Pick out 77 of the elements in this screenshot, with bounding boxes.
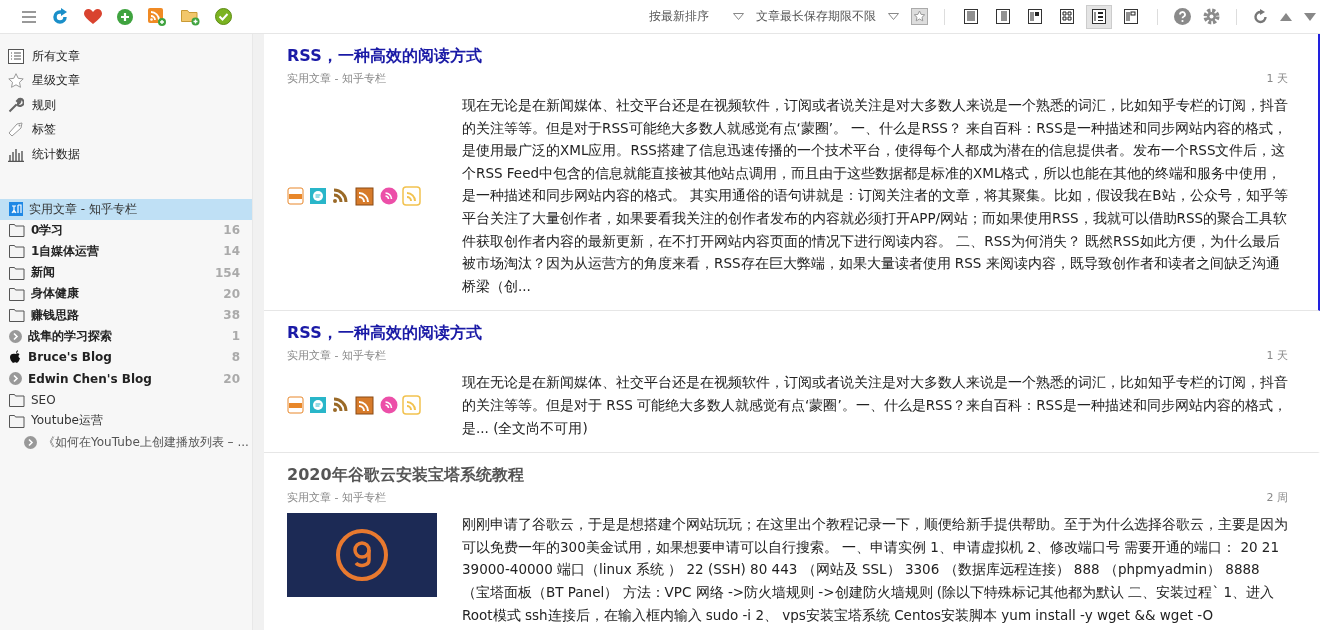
dropdown-caret-icon[interactable] <box>888 13 899 20</box>
folder-icon <box>9 265 25 280</box>
add-icon[interactable] <box>117 8 133 25</box>
folder-icon <box>9 286 25 301</box>
feed-item[interactable]: 赚钱思路 38 <box>0 304 252 326</box>
tag-icon <box>8 121 24 138</box>
star-icon <box>8 73 24 89</box>
star-button-icon[interactable] <box>911 8 928 25</box>
unread-count: 154 <box>214 265 240 280</box>
unread-count: 38 <box>223 308 240 323</box>
layout-icon <box>996 9 1010 24</box>
article-excerpt: 现在无论是在新闻媒体、社交平台还是在视频软件，订阅或者说关注是对大多数人来说是一个熟悉的词汇，比如知乎专栏的订阅，抖音的关注等等。但是对于RSS可能绝大多数人就感觉有点‘蒙圈’。 一、什么是RSS？ 来自百科：RSS是一种描述和同步网站内容的格式，是使用最广泛的XML应用。RSS搭建了信息迅速传播的一个技术平台，使得每个人都成为潜在的信息提供者。发布一个RSS文件后，这个RSS Feed中包含的信息就能直接被其他站点调用，而且由于这些数据都是标准的XML格式，所以也能在其他的终端和服务中使用，是一种描述和同步网站内容的格式。 其实用通俗的语句讲就是：订阅关注者的文章，将其聚集。比如，假设我在B站，公众号，知乎等平台关注了大量创作者，如果要看我关注的创作者发布的内容就必须打开APP/网站；而如果使用RSS，我就可以借助RSS的聚合工具软件获取创作者内容的最新更新，在不打开网站内容页面的情况下进行阅读内容。 二、RSS为何消失？ 既然RSS如此方便，为什么最后被市场淘汰？因为从运营方的角度来看，RSS存在巨大弊端，如果大量读者使用 RSS 来阅读内容，既导致创作者和读者之间缺乏沟通桥梁（创... <box>462 96 1288 296</box>
feed-name: 实用文章 - 知乎专栏 <box>287 348 386 364</box>
article-excerpt: 刚刚申请了谷歌云，于是是想搭建个网站玩玩；在这里出个教程记录一下，顺便给新手提供帮助。至于为什么选择谷歌云，主要是因为可以免费一年的300美金试用，如果想要申请可以自行搜索。 一、申请实例 1、申请虚拟机 2、修改端口号 需要开通的端口： 20 21 39000-40000 端口（linux 系统 ） 22 (SSH) 80 443 （网站及 SSL） 3306 （数据库远程连接） 888 （phpmyadmin） 8888 （宝塔面板（BT Panel） 方法：VPC 网络 ->防火墙规则 ->创建防火墙规则 (除以下特殊标记其他都为默认 二、安装过程` 1、进入Root模式 ssh连接后，在输入框内输入 sudo -i 2、 vps安装宝塔系统 Centos安装脚本 yum install -y wget && wget -O <box>462 515 1288 625</box>
add-folder-icon[interactable] <box>181 7 200 26</box>
reload-icon[interactable] <box>1253 9 1268 24</box>
nav-item[interactable]: 统计数据 <box>0 142 252 167</box>
dropdown-caret-icon[interactable] <box>733 13 744 20</box>
unread-count: 20 <box>223 286 240 301</box>
article-title[interactable]: 2020年谷歌云安装宝塔系统教程 <box>287 465 1288 487</box>
up-arrow-icon[interactable] <box>1280 12 1292 21</box>
unread-count: 8 <box>231 350 240 365</box>
refresh-icon[interactable] <box>51 7 69 26</box>
bar-chart-icon <box>8 146 24 162</box>
folder-icon <box>9 223 25 238</box>
article-card[interactable]: RSS，一种高效的阅读方式 实用文章 - 知乎专栏 1 天 现在无论是在新闻媒体、社交平台还是在视频软件，订阅或者说关注是对大多数人来说是一个熟悉的词汇，比如知乎专栏的订阅，抖音的关注等等。但是对于 RSS 可能绝大多数人就感觉有点‘蒙圈’。一、什么是RSS？来自百科：RSS是一种描述和同步网站内容的格式，是... (全文尚不可用) <box>264 311 1320 454</box>
unread-count: 20 <box>223 371 240 386</box>
nav-item[interactable]: 星级文章 <box>0 68 252 93</box>
article-title[interactable]: RSS，一种高效的阅读方式 <box>287 323 1288 345</box>
add-feed-icon[interactable] <box>148 7 166 26</box>
help-icon[interactable] <box>1174 8 1191 25</box>
article-age: 2 周 <box>1266 490 1288 506</box>
feed-item[interactable]: Bruce's Blog 8 <box>0 346 252 368</box>
feed-item[interactable]: 身体健康 20 <box>0 283 252 305</box>
article-card[interactable] <box>264 34 1320 312</box>
feed-item[interactable]: 实用文章 - 知乎专栏 <box>0 198 252 220</box>
feed-item[interactable]: 1自媒体运营 14 <box>0 240 252 263</box>
wrench-icon <box>8 97 24 114</box>
apple-icon <box>9 350 22 365</box>
feed-item[interactable]: Youtube运营 <box>0 410 252 432</box>
feed-item[interactable]: Edwin Chen's Blog 20 <box>0 368 252 390</box>
layout-icon <box>1028 9 1042 24</box>
retention-dropdown[interactable]: 文章最长保存期限不限 <box>756 8 876 25</box>
settings-icon[interactable] <box>1203 8 1220 25</box>
layout-icon <box>1060 9 1074 24</box>
layout-icon <box>964 9 978 24</box>
menu-icon[interactable] <box>22 10 36 23</box>
layout-icon <box>1092 9 1106 24</box>
unread-count: 16 <box>223 223 240 238</box>
feed-item[interactable]: 战隼的学习探索 1 <box>0 325 252 347</box>
article-age: 1 天 <box>1266 348 1288 364</box>
heart-icon[interactable] <box>84 8 102 25</box>
unread-count: 1 <box>231 329 240 344</box>
nav-item[interactable]: 所有文章 <box>0 44 252 69</box>
feed-name: 实用文章 - 知乎专栏 <box>287 490 386 506</box>
layout-icon <box>1124 9 1138 24</box>
folder-icon <box>9 308 25 323</box>
nav-item[interactable]: 规则 <box>0 93 252 118</box>
article-age: 1 天 <box>1266 71 1288 86</box>
list-icon <box>8 48 24 64</box>
article-title[interactable]: RSS，一种高效的阅读方式 <box>287 46 1288 67</box>
feed-logo-icon <box>9 202 23 217</box>
unread-count: 14 <box>223 244 240 259</box>
nav-item[interactable]: 标签 <box>0 117 252 142</box>
folder-icon <box>9 244 25 259</box>
feed-item[interactable]: SEO <box>0 389 252 411</box>
sort-dropdown[interactable]: 按最新排序 <box>649 8 709 25</box>
feed-item[interactable]: 新闻 154 <box>0 262 252 284</box>
feed-name: 实用文章 - 知乎专栏 <box>287 71 386 86</box>
check-icon[interactable] <box>215 8 232 25</box>
feed-item[interactable]: 《如何在YouTube上创建播放列表 – ... <box>0 431 252 453</box>
folder-icon <box>9 392 25 407</box>
folder-icon <box>9 413 25 428</box>
view-mode-button[interactable] <box>1086 4 1112 29</box>
feed-item[interactable]: 0学习 16 <box>0 219 252 241</box>
article-excerpt: 现在无论是在新闻媒体、社交平台还是在视频软件，订阅或者说关注是对大多数人来说是一个熟悉的词汇，比如知乎专栏的订阅，抖音的关注等等。但是对于 RSS 可能绝大多数人就感觉有点‘蒙圈’。一、什么是RSS？来自百科：RSS是一种描述和同步网站内容的格式，是... (全文尚不可用) <box>462 373 1288 438</box>
down-arrow-icon[interactable] <box>1304 12 1316 21</box>
